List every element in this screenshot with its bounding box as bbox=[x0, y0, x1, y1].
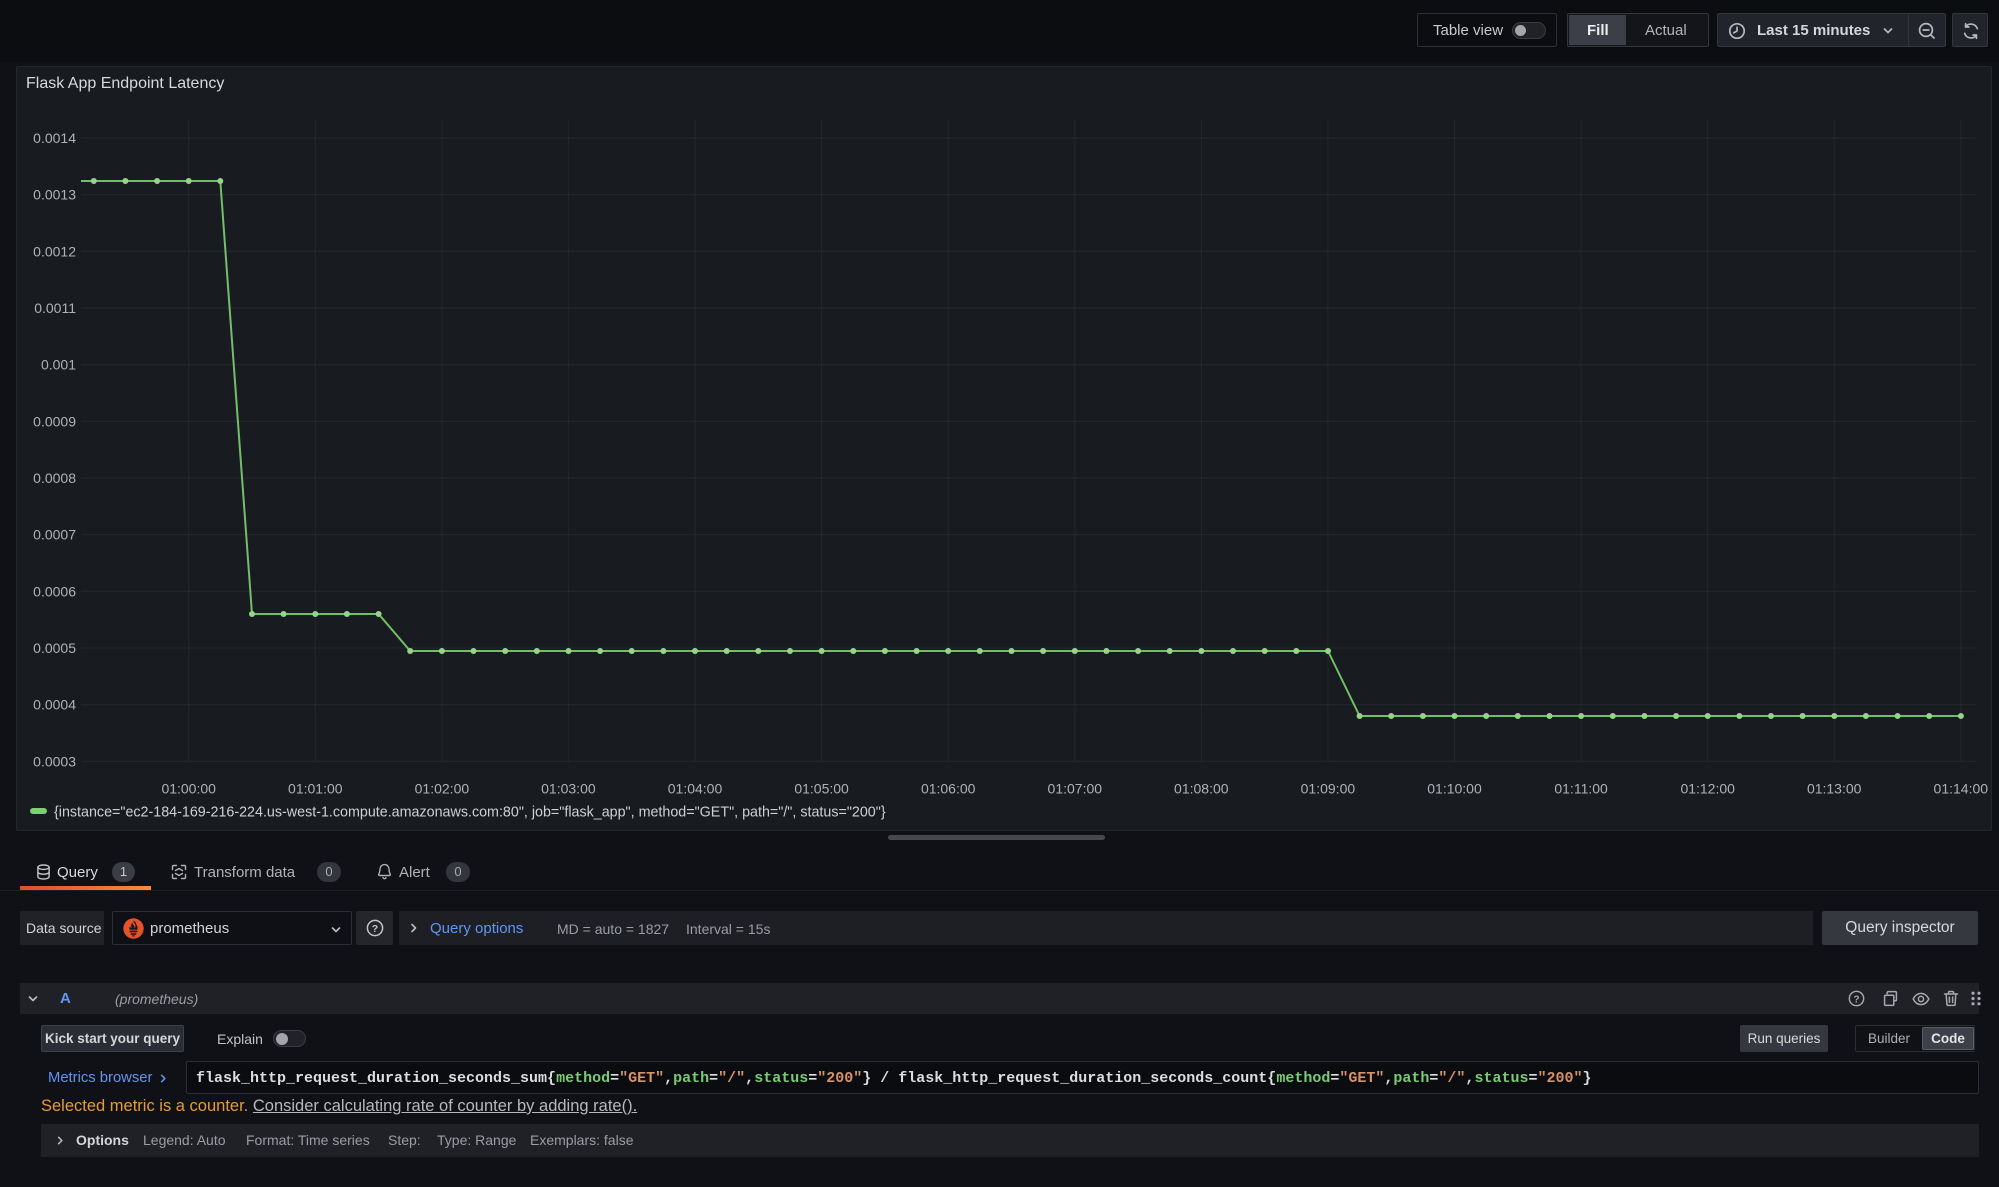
svg-text:01:13:00: 01:13:00 bbox=[1807, 781, 1862, 797]
svg-text:?: ? bbox=[371, 923, 377, 935]
svg-text:01:12:00: 01:12:00 bbox=[1680, 781, 1735, 797]
svg-text:01:04:00: 01:04:00 bbox=[668, 781, 723, 797]
svg-text:01:02:00: 01:02:00 bbox=[415, 781, 470, 797]
svg-text:01:11:00: 01:11:00 bbox=[1554, 781, 1608, 797]
svg-text:0.001: 0.001 bbox=[41, 357, 76, 373]
svg-text:01:03:00: 01:03:00 bbox=[541, 781, 596, 797]
svg-text:0.0014: 0.0014 bbox=[33, 130, 76, 146]
svg-text:01:07:00: 01:07:00 bbox=[1048, 781, 1103, 797]
svg-text:01:00:00: 01:00:00 bbox=[161, 781, 216, 797]
svg-text:01:01:00: 01:01:00 bbox=[288, 781, 343, 797]
svg-text:01:06:00: 01:06:00 bbox=[921, 781, 976, 797]
svg-text:?: ? bbox=[1853, 994, 1859, 1005]
svg-text:0.0011: 0.0011 bbox=[34, 300, 76, 316]
svg-text:01:09:00: 01:09:00 bbox=[1301, 781, 1356, 797]
svg-text:{instance="ec2-184-169-216-224: {instance="ec2-184-169-216-224.us-west-1… bbox=[54, 805, 886, 821]
svg-text:01:08:00: 01:08:00 bbox=[1174, 781, 1229, 797]
svg-text:01:14:00: 01:14:00 bbox=[1934, 781, 1989, 797]
svg-text:0.0004: 0.0004 bbox=[33, 697, 76, 713]
svg-text:0.0006: 0.0006 bbox=[33, 583, 76, 599]
svg-text:0.0005: 0.0005 bbox=[33, 640, 76, 656]
svg-text:01:10:00: 01:10:00 bbox=[1427, 781, 1482, 797]
svg-text:01:05:00: 01:05:00 bbox=[794, 781, 849, 797]
svg-text:0.0013: 0.0013 bbox=[33, 187, 76, 203]
svg-text:0.0008: 0.0008 bbox=[33, 470, 76, 486]
svg-text:0.0003: 0.0003 bbox=[33, 753, 76, 769]
svg-text:0.0007: 0.0007 bbox=[33, 527, 76, 543]
svg-text:0.0009: 0.0009 bbox=[33, 413, 76, 429]
svg-text:0.0012: 0.0012 bbox=[33, 243, 76, 259]
